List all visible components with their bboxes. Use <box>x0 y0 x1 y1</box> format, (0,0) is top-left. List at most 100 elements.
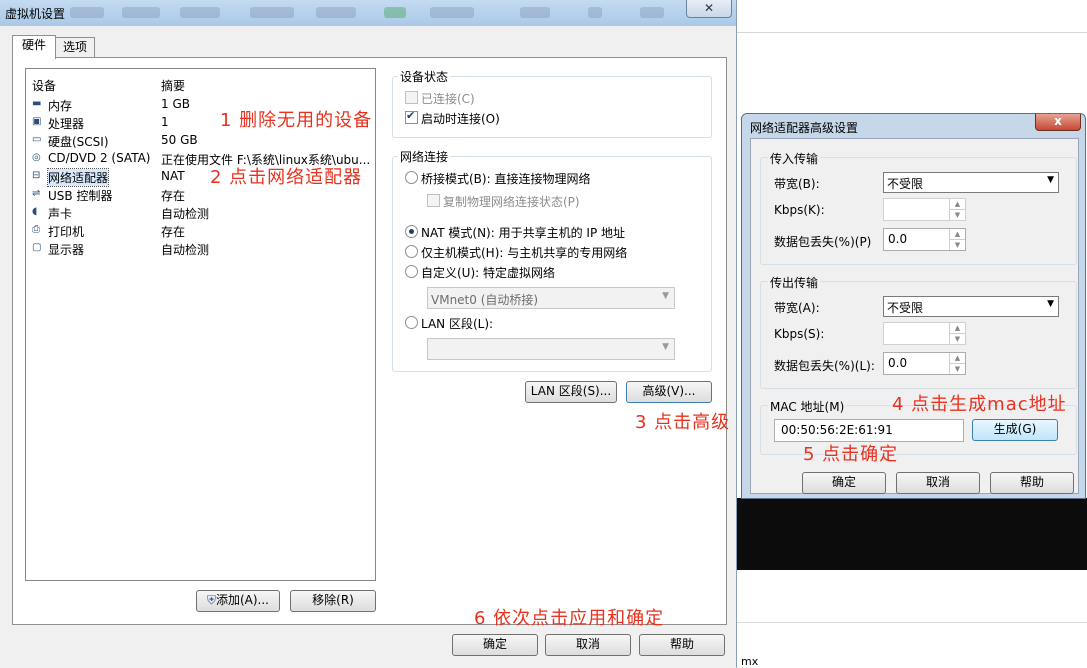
mac-title: MAC 地址(M) <box>768 398 847 415</box>
network-icon: ⊟ <box>32 170 41 181</box>
advanced-ok-button[interactable]: 确定 <box>802 472 886 494</box>
lan-segment-label: LAN 区段(L): <box>421 317 494 331</box>
column-header-summary[interactable]: 摘要 <box>161 77 185 94</box>
cd-icon: ◎ <box>32 152 41 163</box>
spin-down-icon[interactable]: ▼ <box>949 209 965 220</box>
annotation-step5: 5 点击确定 <box>803 444 899 465</box>
outgoing-bandwidth-label: 带宽(A): <box>774 301 820 315</box>
device-name: 显示器 <box>48 243 85 257</box>
lan-segments-button[interactable]: LAN 区段(S)... <box>525 381 617 403</box>
device-summary: 存在 <box>161 189 186 203</box>
chevron-down-icon: ▼ <box>662 342 669 352</box>
chevron-down-icon: ▼ <box>1047 299 1054 309</box>
spin-up-icon[interactable]: ▲ <box>949 229 965 239</box>
custom-network-select[interactable]: VMnet0 (自动桥接) ▼ <box>427 287 675 309</box>
incoming-loss-spinner[interactable]: 0.0 ▲ ▼ <box>883 228 966 251</box>
bridged-label: 桥接模式(B): 直接连接物理网络 <box>421 172 591 186</box>
remove-device-button[interactable]: 移除(R) <box>290 590 376 612</box>
spin-down-icon[interactable]: ▼ <box>949 363 965 374</box>
incoming-bandwidth-select[interactable]: 不受限 ▼ <box>883 172 1059 193</box>
tab-options[interactable]: 选项 <box>55 37 95 58</box>
printer-icon: ⎙ <box>32 224 40 235</box>
replicate-label: 复制物理网络连接状态(P) <box>443 195 580 209</box>
spin-up-icon[interactable]: ▲ <box>949 199 965 209</box>
outgoing-title: 传出传输 <box>768 274 821 291</box>
outgoing-bandwidth-value: 不受限 <box>887 301 924 315</box>
annotation-step2: 2 点击网络适配器 <box>210 167 363 188</box>
connect-on-power-checkbox[interactable]: ✔ <box>405 109 418 124</box>
add-device-label: 添加(A)... <box>215 593 270 607</box>
sound-icon: ◖ <box>32 206 38 217</box>
background-dark-panel <box>736 498 1087 570</box>
radio-selected-dot <box>409 229 414 234</box>
host-only-radio[interactable] <box>405 245 418 258</box>
connected-label: 已连接(C) <box>421 92 475 106</box>
blurred-toolbar-item <box>384 7 406 18</box>
device-summary: 50 GB <box>161 133 198 147</box>
memory-icon: ▬ <box>32 98 42 109</box>
annotation-step1: 1 删除无用的设备 <box>220 110 373 131</box>
spin-down-icon[interactable]: ▼ <box>949 239 965 250</box>
blurred-toolbar-item <box>180 7 220 18</box>
blurred-toolbar-item <box>588 7 602 18</box>
device-row-harddisk[interactable]: ▭ 硬盘(SCSI) 50 GB <box>32 132 372 150</box>
title-bar[interactable]: 虚拟机设置 ✕ <box>0 0 736 26</box>
advanced-close-button[interactable]: x <box>1035 114 1081 131</box>
outgoing-bandwidth-select[interactable]: 不受限 ▼ <box>883 296 1059 317</box>
custom-network-value: VMnet0 (自动桥接) <box>431 293 539 307</box>
lan-segment-radio[interactable] <box>405 316 418 329</box>
annotation-step3: 3 点击高级 <box>635 412 731 433</box>
advanced-dialog-title: 网络适配器高级设置 <box>750 121 859 135</box>
generate-mac-button[interactable]: 生成(G) <box>972 419 1058 441</box>
advanced-help-button[interactable]: 帮助 <box>990 472 1074 494</box>
device-summary: 存在 <box>161 225 186 239</box>
nat-radio[interactable] <box>405 225 418 238</box>
spin-up-icon[interactable]: ▲ <box>949 353 965 363</box>
device-list[interactable]: 设备 摘要 ▬ 内存 1 GB ▣ 处理器 1 ▭ 硬盘(SCSI) 50 GB… <box>25 68 376 581</box>
device-name: 声卡 <box>48 207 73 221</box>
outgoing-loss-label: 数据包丢失(%)(L): <box>774 359 875 373</box>
device-summary: 自动检测 <box>161 243 210 257</box>
mac-address-value: 00:50:56:2E:61:91 <box>781 423 893 437</box>
add-device-button[interactable]: ⛨添加(A)... <box>196 590 280 612</box>
help-button[interactable]: 帮助 <box>639 634 725 656</box>
device-row-sound[interactable]: ◖ 声卡 自动检测 <box>32 204 372 222</box>
cancel-button[interactable]: 取消 <box>545 634 631 656</box>
spin-up-icon[interactable]: ▲ <box>949 323 965 333</box>
outgoing-kbps-label: Kbps(S): <box>774 327 825 341</box>
background-divider-bottom <box>736 622 1087 623</box>
column-header-device[interactable]: 设备 <box>32 77 56 94</box>
outgoing-loss-value: 0.0 <box>888 356 908 370</box>
background-divider <box>736 32 1087 33</box>
bridged-radio[interactable] <box>405 171 418 184</box>
device-name: 内存 <box>48 99 73 113</box>
outgoing-kbps-spinner[interactable]: ▲ ▼ <box>883 322 966 345</box>
device-row-printer[interactable]: ⎙ 打印机 存在 <box>32 222 372 240</box>
cpu-icon: ▣ <box>32 116 42 127</box>
device-name: 处理器 <box>48 117 85 131</box>
incoming-loss-value: 0.0 <box>888 232 908 246</box>
vm-settings-dialog: 虚拟机设置 ✕ 硬件 选项 设备 摘要 ▬ 内存 1 GB ▣ 处理器 1 ▭ … <box>0 0 737 668</box>
custom-radio[interactable] <box>405 265 418 278</box>
ok-button[interactable]: 确定 <box>452 634 538 656</box>
incoming-kbps-spinner[interactable]: ▲ ▼ <box>883 198 966 221</box>
tab-hardware[interactable]: 硬件 <box>12 35 56 59</box>
blurred-toolbar-item <box>640 7 664 18</box>
outgoing-loss-spinner[interactable]: 0.0 ▲ ▼ <box>883 352 966 375</box>
replicate-checkbox[interactable] <box>427 194 440 207</box>
shield-icon: ⛨ <box>206 593 216 607</box>
close-button[interactable]: ✕ <box>686 0 732 18</box>
connected-checkbox[interactable] <box>405 91 418 104</box>
blurred-toolbar-item <box>122 7 160 18</box>
blurred-toolbar-item <box>430 7 474 18</box>
spin-down-icon[interactable]: ▼ <box>949 333 965 344</box>
lan-segment-select[interactable]: ▼ <box>427 338 675 360</box>
device-name: USB 控制器 <box>48 189 113 203</box>
device-row-monitor[interactable]: ▢ 显示器 自动检测 <box>32 240 372 258</box>
annotation-step4: 4 点击生成mac地址 <box>892 394 1067 415</box>
advanced-button[interactable]: 高级(V)... <box>626 381 712 403</box>
mac-address-field[interactable]: 00:50:56:2E:61:91 <box>774 419 964 442</box>
advanced-cancel-button[interactable]: 取消 <box>896 472 980 494</box>
host-only-label: 仅主机模式(H): 与主机共享的专用网络 <box>421 246 628 260</box>
network-connection-title: 网络连接 <box>398 148 451 165</box>
